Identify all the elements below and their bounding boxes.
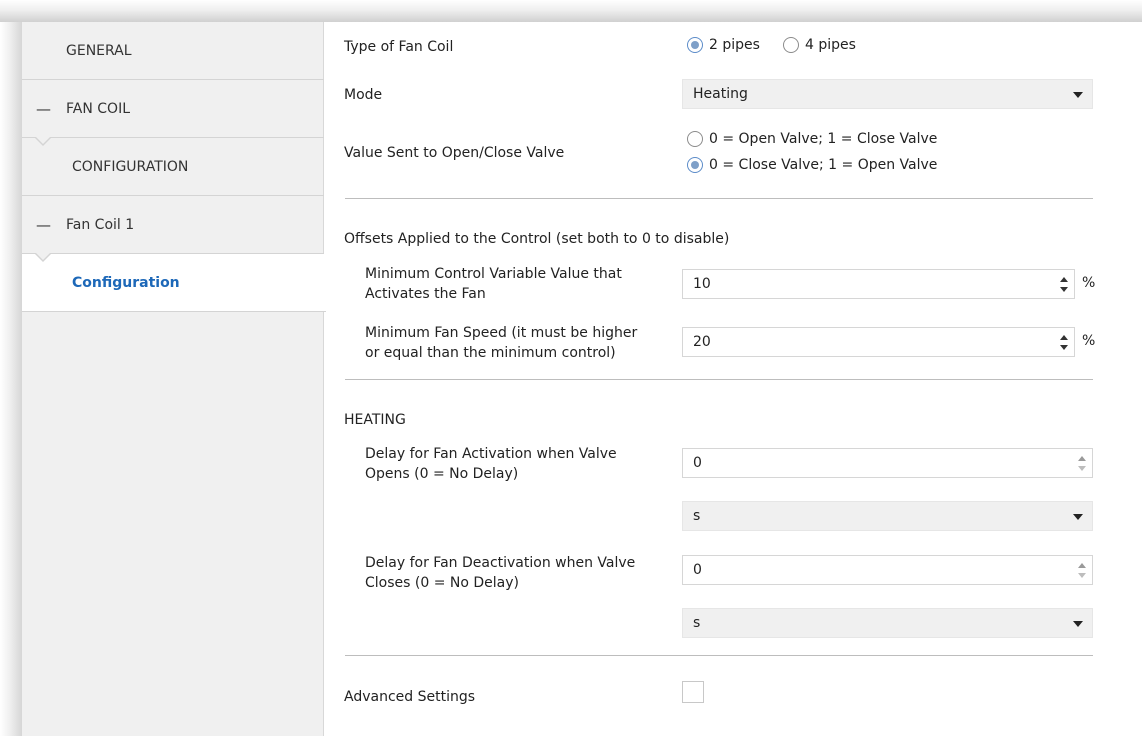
- delay-activation-input[interactable]: 0: [682, 448, 1093, 478]
- min-control-unit: %: [1082, 275, 1096, 291]
- sidebar-item-configuration[interactable]: CONFIGURATION: [22, 136, 324, 196]
- radio-label: 0 = Open Valve; 1 = Close Valve: [709, 131, 938, 147]
- min-fan-label-line2: or equal than the minimum control): [365, 345, 616, 361]
- offsets-heading: Offsets Applied to the Control (set both…: [344, 231, 730, 247]
- sidebar: GENERAL — FAN COIL CONFIGURATION — Fan C…: [22, 22, 326, 736]
- delay-deactivation-unit-value: s: [693, 615, 701, 631]
- min-control-label-line1: Minimum Control Variable Value that: [365, 266, 622, 282]
- mode-label: Mode: [344, 87, 383, 103]
- chevron-down-icon: [1073, 92, 1083, 98]
- sidebar-item-label: CONFIGURATION: [72, 158, 189, 175]
- sidebar-item-fan-coil[interactable]: — FAN COIL: [22, 80, 324, 138]
- sidebar-item-label: GENERAL: [66, 42, 132, 59]
- delay-deactivation-label: Delay for Fan Deactivation when Valve Cl…: [365, 553, 635, 593]
- tree-notch-icon: [34, 136, 52, 146]
- advanced-settings-label: Advanced Settings: [344, 689, 476, 705]
- valve-value-label: Value Sent to Open/Close Valve: [344, 145, 565, 161]
- type-of-fan-coil-label: Type of Fan Coil: [344, 39, 454, 55]
- radio-close-valve-0[interactable]: 0 = Close Valve; 1 = Open Valve: [687, 157, 937, 173]
- delay-deactivation-value: 0: [693, 562, 702, 578]
- delay-deactivation-label-line1: Delay for Fan Deactivation when Valve: [365, 555, 636, 571]
- sidebar-item-label: FAN COIL: [66, 100, 130, 117]
- min-fan-label-line1: Minimum Fan Speed (it must be higher: [365, 325, 638, 341]
- radio-button-icon[interactable]: [687, 37, 703, 53]
- sidebar-item-general[interactable]: GENERAL: [22, 22, 324, 80]
- mode-select-value: Heating: [693, 86, 748, 102]
- main-content: Type of Fan Coil 2 pipes 4 pipes Mode He…: [325, 22, 1142, 736]
- delay-activation-label-line1: Delay for Fan Activation when Valve: [365, 446, 617, 462]
- sidebar-item-fan-coil-1-configuration[interactable]: Configuration: [22, 252, 326, 312]
- sidebar-item-fan-coil-1[interactable]: — Fan Coil 1: [22, 196, 324, 254]
- min-fan-speed-value: 20: [693, 334, 711, 350]
- collapse-dash-icon[interactable]: —: [36, 216, 51, 234]
- delay-deactivation-input[interactable]: 0: [682, 555, 1093, 585]
- delay-activation-label-line2: Opens (0 = No Delay): [365, 466, 519, 482]
- collapse-dash-icon[interactable]: —: [36, 100, 51, 118]
- radio-label: 2 pipes: [709, 37, 760, 53]
- min-fan-speed-input[interactable]: 20: [682, 327, 1075, 357]
- window-frame-left: [0, 22, 22, 736]
- radio-label: 4 pipes: [805, 37, 856, 53]
- section-divider: [345, 198, 1093, 199]
- chevron-down-icon: [1073, 514, 1083, 520]
- advanced-settings-checkbox[interactable]: [682, 681, 704, 703]
- delay-activation-unit-select[interactable]: s: [682, 501, 1093, 531]
- sidebar-item-label: Fan Coil 1: [66, 216, 135, 233]
- delay-deactivation-label-line2: Closes (0 = No Delay): [365, 575, 519, 591]
- sidebar-item-label: Configuration: [72, 274, 180, 291]
- min-fan-speed-label: Minimum Fan Speed (it must be higher or …: [365, 323, 637, 363]
- delay-activation-label: Delay for Fan Activation when Valve Open…: [365, 444, 617, 484]
- radio-4-pipes[interactable]: 4 pipes: [783, 37, 856, 53]
- spinner-arrows-icon[interactable]: [1060, 334, 1068, 352]
- min-control-input[interactable]: 10: [682, 269, 1075, 299]
- delay-activation-value: 0: [693, 455, 702, 471]
- heating-heading: HEATING: [344, 412, 406, 428]
- section-divider: [345, 379, 1093, 380]
- min-control-label-line2: Activates the Fan: [365, 286, 486, 302]
- delay-deactivation-unit-select[interactable]: s: [682, 608, 1093, 638]
- spinner-arrows-icon[interactable]: [1078, 455, 1086, 473]
- radio-button-icon[interactable]: [783, 37, 799, 53]
- chevron-down-icon: [1073, 621, 1083, 627]
- section-divider: [345, 655, 1093, 656]
- radio-open-valve-0[interactable]: 0 = Open Valve; 1 = Close Valve: [687, 131, 937, 147]
- radio-button-icon[interactable]: [687, 131, 703, 147]
- mode-select[interactable]: Heating: [682, 79, 1093, 109]
- spinner-arrows-icon[interactable]: [1060, 276, 1068, 294]
- tree-notch-icon: [34, 252, 52, 262]
- min-fan-speed-unit: %: [1082, 333, 1096, 349]
- window-frame-top: [0, 0, 1142, 22]
- radio-label: 0 = Close Valve; 1 = Open Valve: [709, 157, 938, 173]
- min-control-label: Minimum Control Variable Value that Acti…: [365, 264, 622, 304]
- radio-2-pipes[interactable]: 2 pipes: [687, 37, 760, 53]
- spinner-arrows-icon[interactable]: [1078, 562, 1086, 580]
- radio-button-icon[interactable]: [687, 157, 703, 173]
- delay-activation-unit-value: s: [693, 508, 701, 524]
- min-control-value: 10: [693, 276, 711, 292]
